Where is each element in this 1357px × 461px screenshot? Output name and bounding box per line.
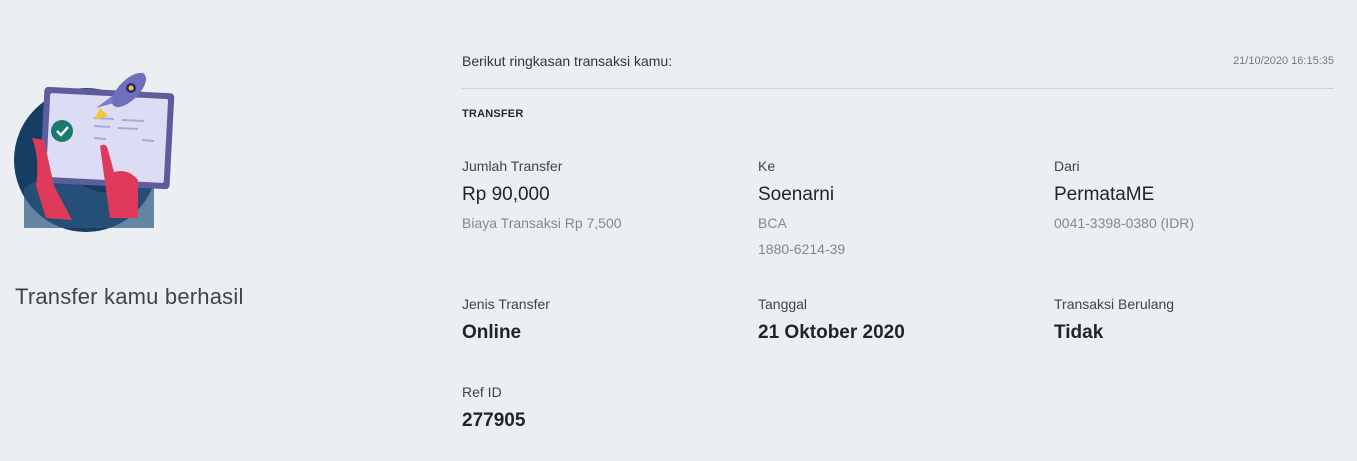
- recipient-label: Ke: [758, 158, 776, 174]
- recipient-bank: BCA: [758, 215, 787, 231]
- field-transfer-type: Jenis Transfer Online: [462, 295, 550, 344]
- source-name: PermataME: [1054, 184, 1155, 205]
- field-amount: Jumlah Transfer Rp 90,000 Biaya Transaks…: [462, 157, 622, 232]
- ref-id-label: Ref ID: [462, 384, 502, 400]
- field-ref-id: Ref ID 277905: [462, 383, 525, 432]
- section-label: TRANSFER: [462, 108, 524, 120]
- date-label: Tanggal: [758, 296, 808, 312]
- success-title: Transfer kamu berhasil: [15, 284, 244, 309]
- source-account: 0041-3398-0380 (IDR): [1054, 215, 1195, 231]
- recurring-value: Tidak: [1054, 322, 1104, 343]
- source-label: Dari: [1054, 158, 1080, 174]
- recipient-account: 1880-6214-39: [758, 241, 846, 257]
- transfer-type-value: Online: [462, 322, 522, 343]
- field-recurring: Transaksi Berulang Tidak: [1054, 295, 1174, 344]
- transfer-type-label: Jenis Transfer: [462, 296, 550, 312]
- fee-text: Biaya Transaksi Rp 7,500: [462, 215, 622, 231]
- ref-id-value: 277905: [462, 410, 526, 431]
- success-illustration: [14, 68, 184, 238]
- field-recipient: Ke Soenarni BCA 1880-6214-39: [758, 157, 845, 258]
- rocket-tablet-icon: [14, 72, 175, 232]
- amount-label: Jumlah Transfer: [462, 158, 563, 174]
- recurring-label: Transaksi Berulang: [1054, 296, 1175, 312]
- date-value: 21 Oktober 2020: [758, 322, 905, 343]
- transaction-summary: Berikut ringkasan transaksi kamu: 21/10/…: [462, 0, 1334, 461]
- summary-intro: Berikut ringkasan transaksi kamu:: [462, 53, 673, 69]
- field-date: Tanggal 21 Oktober 2020: [758, 295, 905, 344]
- amount-value: Rp 90,000: [462, 184, 550, 205]
- field-source: Dari PermataME 0041-3398-0380 (IDR): [1054, 157, 1194, 232]
- recipient-name: Soenarni: [758, 184, 835, 205]
- divider: [462, 88, 1334, 89]
- transaction-timestamp: 21/10/2020 16:15:35: [1233, 55, 1334, 67]
